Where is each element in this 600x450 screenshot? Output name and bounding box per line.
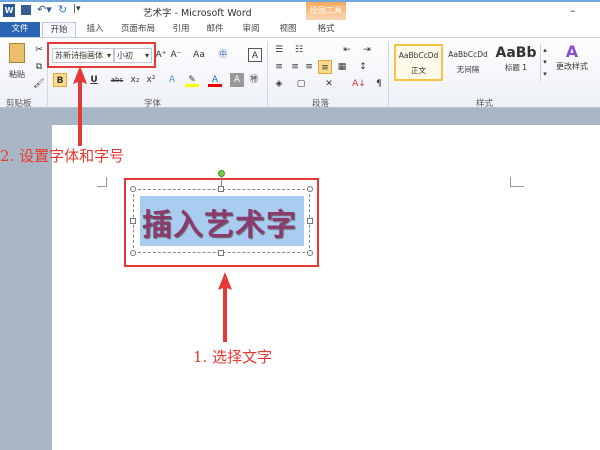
bold-button[interactable]: B (53, 73, 67, 87)
undo-icon[interactable]: ↶▾ (37, 3, 52, 16)
paste-label: 粘贴 (9, 70, 25, 79)
char-shading-icon[interactable]: A (230, 73, 244, 87)
format-painter-icon[interactable]: 🖌 (32, 77, 46, 91)
copy-icon[interactable]: ⧉ (32, 60, 46, 74)
change-case-button[interactable]: Aa (190, 48, 208, 62)
arrow-up-icon (218, 272, 232, 342)
resize-handle[interactable] (130, 186, 136, 192)
title-bar: W ↶▾ ↻ |▾ 艺术字 - Microsoft Word 绘图工具 – (0, 0, 600, 39)
arrow-up-icon (73, 66, 87, 146)
customize-qat-icon[interactable]: |▾ (73, 4, 81, 14)
annotation-step2: 2. 设置字体和字号 (0, 147, 125, 165)
align-center-icon[interactable]: ≡ (288, 60, 302, 74)
shading-icon[interactable]: ◈ (272, 77, 286, 91)
context-tab-label: 绘图工具 (310, 6, 342, 15)
margin-mark (510, 177, 524, 187)
tab-file[interactable]: 文件 (0, 22, 40, 37)
tab-mailings[interactable]: 邮件 (202, 22, 228, 37)
enclose-char-icon[interactable]: ㊕ (247, 73, 261, 87)
chinese-layout-icon[interactable]: ✕ (322, 77, 336, 91)
resize-handle[interactable] (130, 250, 136, 256)
show-marks-icon[interactable]: ¶ (372, 77, 386, 91)
resize-handle[interactable] (130, 218, 136, 224)
wordart-textbox[interactable]: 插入艺术字 (133, 189, 310, 253)
line-spacing-icon[interactable]: ↕ (356, 60, 370, 74)
distribute-icon[interactable]: ▦ (335, 60, 349, 74)
annotation-step1: 1. 选择文字 (193, 348, 273, 366)
tab-home[interactable]: 开始 (42, 22, 76, 37)
highlight-icon[interactable]: ✎ (185, 73, 199, 87)
paste-icon (9, 43, 25, 63)
char-border-icon[interactable]: A (248, 48, 262, 62)
tab-format[interactable]: 格式 (313, 22, 339, 37)
cut-icon[interactable]: ✂ (32, 43, 46, 57)
text-effects-icon[interactable]: A (165, 73, 179, 87)
phonetic-guide-icon[interactable]: ㊥ (216, 48, 230, 62)
numbering-icon[interactable]: ☷ (292, 43, 306, 57)
justify-button[interactable]: ≡ (318, 60, 332, 74)
resize-handle[interactable] (218, 250, 224, 256)
style-normal[interactable]: AaBbCcDd 正文 (394, 44, 443, 81)
style-no-spacing[interactable]: AaBbCcDd 无间隔 (444, 44, 492, 81)
strikethrough-button[interactable]: abc (108, 73, 126, 87)
superscript-button[interactable]: x² (144, 73, 158, 87)
sort-icon[interactable]: A↓ (352, 77, 366, 91)
resize-handle[interactable] (307, 218, 313, 224)
paste-button[interactable]: 粘贴 (6, 43, 28, 93)
font-color-button[interactable]: A (208, 73, 222, 87)
wordart-text[interactable]: 插入艺术字 (142, 200, 297, 244)
subscript-button[interactable]: x₂ (128, 73, 142, 87)
rotate-handle[interactable] (218, 170, 225, 177)
tab-insert[interactable]: 插入 (82, 22, 108, 37)
annotation-box-font (47, 42, 156, 68)
decrease-indent-icon[interactable]: ⇤ (340, 43, 354, 57)
change-styles-button[interactable]: A 更改样式 (552, 42, 592, 72)
style-heading1[interactable]: AaBb 标题 1 (494, 44, 538, 81)
styles-scroll[interactable]: ▴ ▾ ▾ (540, 44, 549, 81)
align-left-icon[interactable]: ≡ (272, 60, 286, 74)
grow-font-button[interactable]: A⁺ (154, 48, 168, 62)
tab-review[interactable]: 审阅 (238, 22, 264, 37)
resize-handle[interactable] (307, 186, 313, 192)
margin-mark (97, 177, 107, 187)
minimize-button[interactable]: – (570, 4, 576, 17)
borders-icon[interactable]: ▢ (294, 77, 308, 91)
document-page[interactable] (52, 125, 600, 450)
ribbon-tabs: 文件 开始 插入 页面布局 引用 邮件 审阅 视图 格式 (0, 20, 600, 37)
window-title: 艺术字 - Microsoft Word (143, 8, 252, 19)
resize-handle[interactable] (307, 250, 313, 256)
word-icon: W (3, 4, 15, 17)
change-styles-icon: A (565, 42, 579, 61)
increase-indent-icon[interactable]: ⇥ (360, 43, 374, 57)
align-right-icon[interactable]: ≡ (302, 60, 316, 74)
tab-references[interactable]: 引用 (168, 22, 194, 37)
bullets-icon[interactable]: ☰ (272, 43, 286, 57)
tab-page-layout[interactable]: 页面布局 (118, 22, 158, 37)
redo-icon[interactable]: ↻ (58, 3, 67, 16)
shrink-font-button[interactable]: A⁻ (169, 48, 183, 62)
tab-view[interactable]: 视图 (275, 22, 301, 37)
save-icon[interactable] (21, 5, 31, 15)
